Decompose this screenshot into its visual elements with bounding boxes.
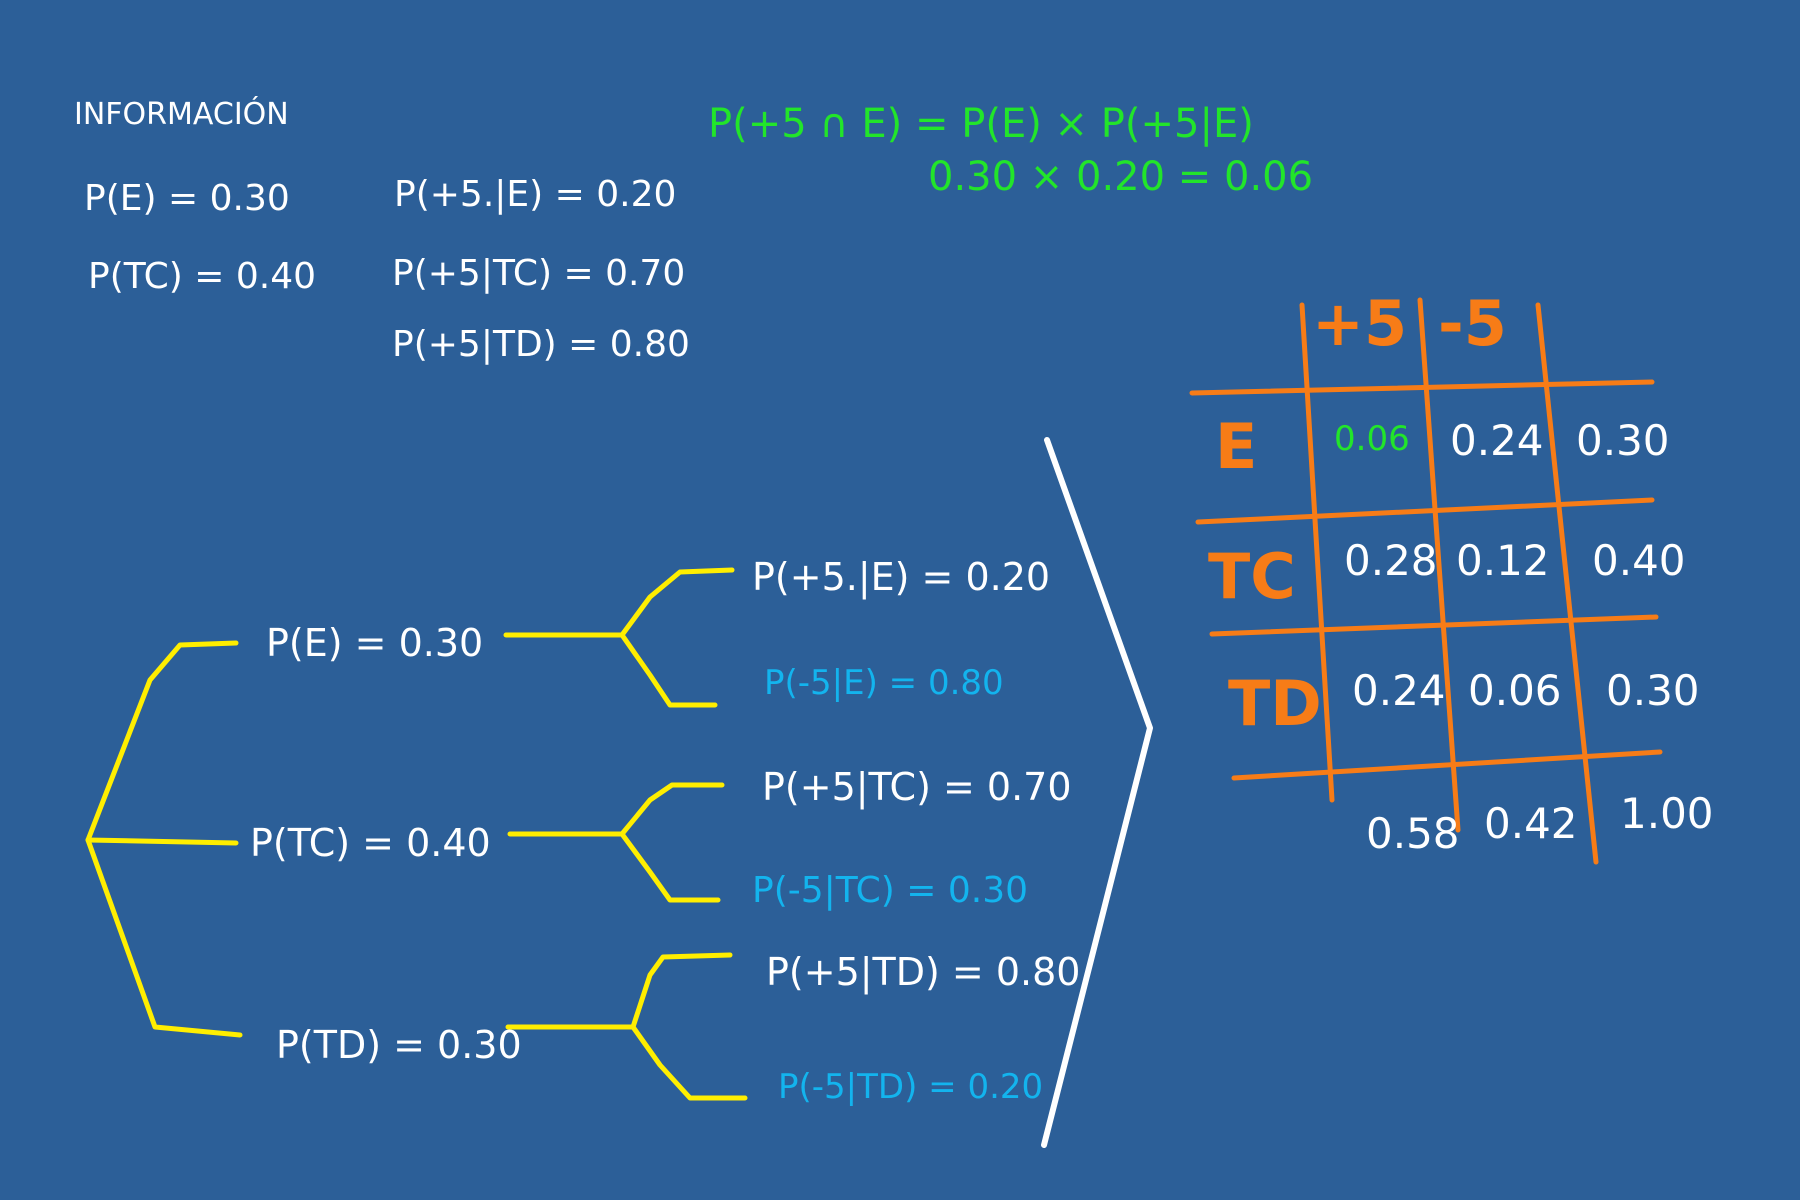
info-likelihood-td: P(+5|TD) = 0.80 [392,324,690,365]
table-cells: 0.06 0.24 0.30 0.28 0.12 0.40 0.24 0.06 … [1334,416,1714,858]
table-row-label-e: E [1215,410,1257,483]
table-cell-tc-pos: 0.28 [1344,536,1438,585]
info-likelihood-e: P(+5.|E) = 0.20 [394,174,676,215]
info-prior-tc: P(TC) = 0.40 [88,256,316,297]
info-prior-e: P(E) = 0.30 [84,178,290,219]
info-block: INFORMACIÓN P(E) = 0.30 P(TC) = 0.40 P(+… [74,95,690,365]
formula-line-2: 0.30 × 0.20 = 0.06 [928,154,1313,200]
table-total-grand: 1.00 [1620,789,1714,838]
tree-node-e: P(E) = 0.30 [266,621,483,665]
info-likelihood-tc: P(+5|TC) = 0.70 [392,253,685,294]
table-cell-td-neg: 0.06 [1468,666,1562,715]
table-col-header-pos: +5 [1312,287,1407,360]
tree-edge-e-neg [619,632,718,708]
tree-node-td: P(TD) = 0.30 [276,1023,522,1067]
table-cell-e-neg: 0.24 [1450,416,1544,465]
tree-edge-tc-neg [619,831,721,903]
tree-edge-root-tc [85,837,239,846]
table-row-label-tc: TC [1208,540,1296,613]
tree-leaf-td-pos: P(+5|TD) = 0.80 [766,950,1080,995]
grid-hline-3 [1209,614,1659,637]
tree-edge-td-neg [630,1024,748,1101]
tree-leaf-e-neg: P(-5|E) = 0.80 [764,663,1004,703]
table-cell-e-total: 0.30 [1576,416,1670,465]
table-total-pos: 0.58 [1366,809,1460,858]
table-cell-tc-total: 0.40 [1592,536,1686,585]
table-cell-td-pos: 0.24 [1352,666,1446,715]
table-cell-tc-neg: 0.12 [1456,536,1550,585]
table-col-header-neg: -5 [1438,287,1507,360]
table-total-neg: 0.42 [1484,799,1578,848]
tree-edge-td-pos [630,952,733,1030]
grid-hline-4 [1231,749,1663,781]
info-title: INFORMACIÓN [74,95,289,132]
tree-node-tc: P(TC) = 0.40 [250,821,491,865]
tree-leaf-tc-pos: P(+5|TC) = 0.70 [762,765,1072,810]
table-row-label-td: TD [1228,667,1322,740]
tree-leaf-e-pos: P(+5.|E) = 0.20 [752,555,1050,600]
tree-edge-root-td [85,837,243,1038]
tree-edge-tc-pos [619,782,725,837]
tree-leaf-td-neg: P(-5|TD) = 0.20 [778,1067,1043,1107]
formula-line-1: P(+5 ∩ E) = P(E) × P(+5|E) [708,101,1254,147]
tree-edge-e-pos [619,567,735,638]
table-cell-e-pos: 0.06 [1334,419,1410,459]
tree-labels: P(E) = 0.30 P(+5.|E) = 0.20 P(-5|E) = 0.… [250,555,1080,1107]
grid-hline-2 [1195,497,1655,525]
tree-leaf-tc-neg: P(-5|TC) = 0.30 [752,870,1028,911]
tree-edge-root-e [85,640,239,843]
whiteboard-canvas: INFORMACIÓN P(E) = 0.30 P(TC) = 0.40 P(+… [74,95,1714,1148]
table-cell-td-total: 0.30 [1606,666,1700,715]
grid-hline-1 [1189,379,1655,396]
formula-block: P(+5 ∩ E) = P(E) × P(+5|E) 0.30 × 0.20 =… [708,101,1313,200]
